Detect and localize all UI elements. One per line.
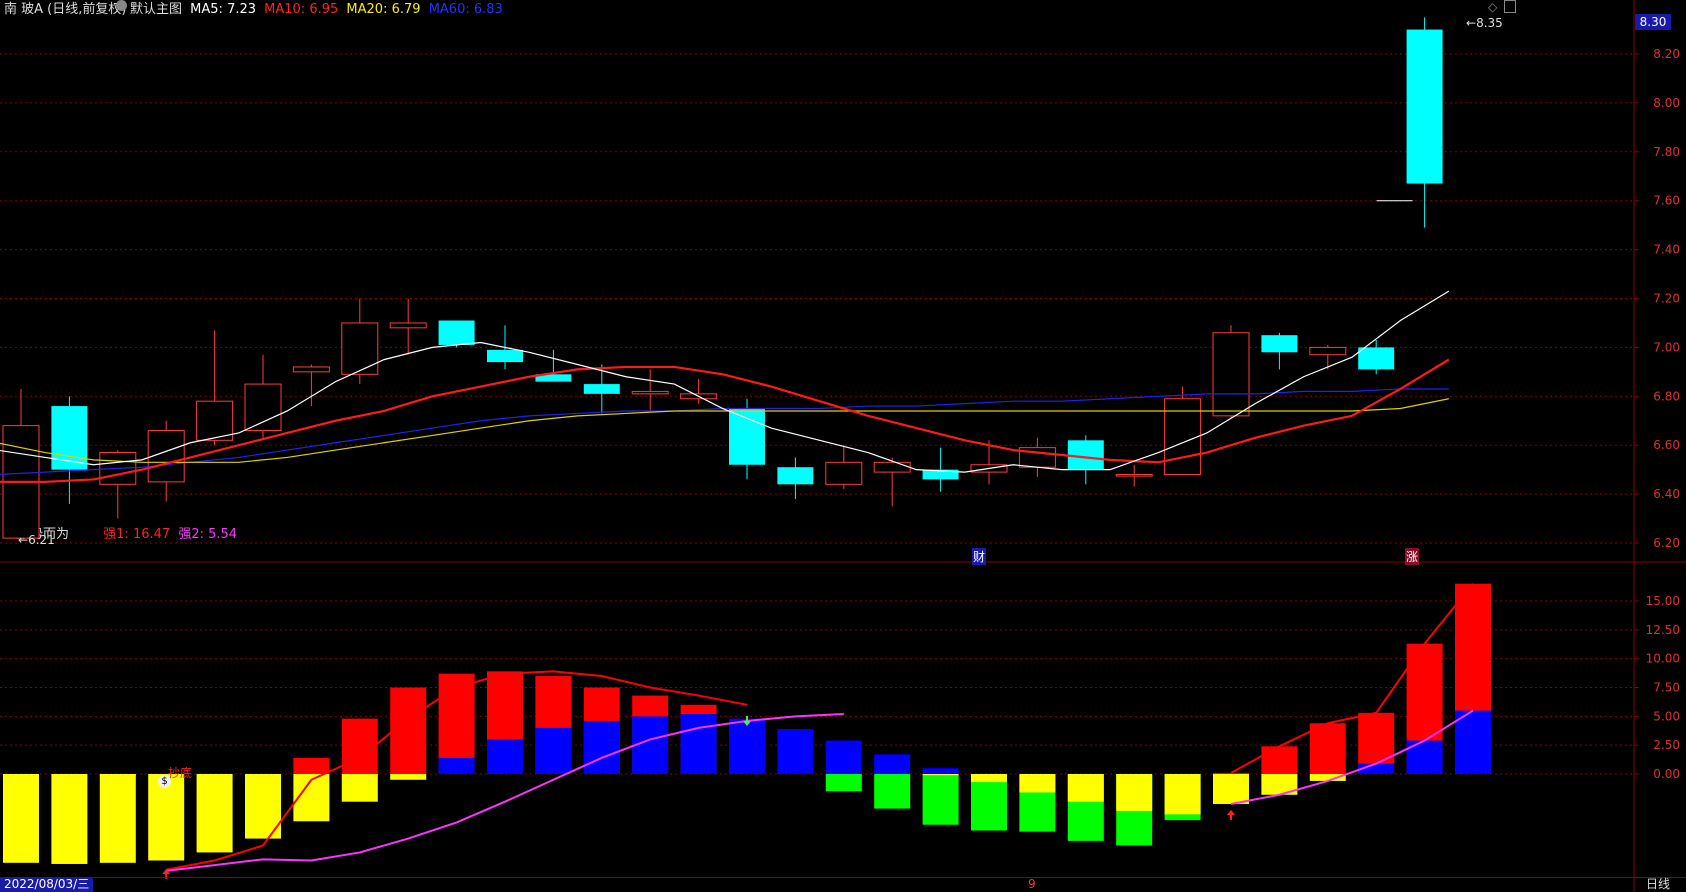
candle-body-up <box>825 461 863 485</box>
bar-green <box>922 774 959 825</box>
candle-body-up <box>873 461 911 473</box>
current-price-box: 8.30 <box>1635 14 1671 30</box>
bar-red <box>1309 723 1346 774</box>
date-label: 2022/08/03/三 <box>0 877 94 892</box>
bottom-text: 抄底 <box>168 766 193 780</box>
kline-window: { "main_header": { "stock_name": "南 玻A",… <box>0 0 1686 892</box>
candle-body-down <box>1358 347 1395 370</box>
low-price: 6.21 <box>28 533 55 547</box>
high-price: 8.35 <box>1476 16 1503 30</box>
price-tick-label: 7.60 <box>1653 194 1680 208</box>
bar-yellow <box>99 774 136 863</box>
candle-body-up <box>389 322 427 329</box>
bar-blue <box>583 720 620 774</box>
candle-body-up <box>1164 398 1202 476</box>
indicator-tick-label: 7.50 <box>1653 681 1680 695</box>
price-tick-label: 6.40 <box>1653 487 1680 501</box>
bar-green <box>874 774 911 809</box>
bar-yellow <box>1213 774 1249 804</box>
bar-blue <box>487 739 523 774</box>
candle-body-down <box>1261 335 1298 353</box>
bottom-bar <box>0 877 1686 892</box>
chart-canvas[interactable]: 8.20 8.00 7.80 7.60 7.40 7.20 7.00 6.80 6.60 6.40… <box>0 0 1686 892</box>
price-tick-label: 6.20 <box>1653 536 1680 550</box>
candle-body-down <box>1067 440 1104 470</box>
candle-body-up <box>1309 346 1347 356</box>
candle-body-down <box>487 349 523 363</box>
indicator-tick-label: 10.00 <box>1646 652 1680 666</box>
bar-red <box>1261 746 1298 774</box>
candle-body-down <box>51 406 88 470</box>
bar-red <box>390 687 427 774</box>
candle-body-up <box>244 383 282 432</box>
arrow-head <box>1227 810 1235 815</box>
bar-blue <box>535 727 572 774</box>
bar-blue <box>438 757 475 774</box>
bar-blue <box>922 768 959 774</box>
candle-body-up <box>1212 332 1250 417</box>
bar-red <box>341 718 378 774</box>
bar-blue <box>777 729 814 774</box>
bar-yellow <box>341 774 378 802</box>
price-tick-label: 6.60 <box>1653 438 1680 452</box>
money-bag-icon: $ <box>158 775 171 788</box>
price-tick-label: 8.00 <box>1653 96 1680 110</box>
candle-body-down <box>1406 29 1443 184</box>
bar-yellow <box>51 774 88 864</box>
bar-blue <box>1455 710 1491 774</box>
candle-body-up <box>631 390 669 395</box>
bar-yellow <box>1067 774 1104 802</box>
indicator-tick-label: 2.50 <box>1653 738 1680 752</box>
bar-blue <box>874 754 911 774</box>
bar-yellow <box>390 774 427 780</box>
left-arrow-icon: ← <box>18 533 29 547</box>
candle-body-up <box>1115 474 1153 477</box>
indicator-tick-label: 12.50 <box>1646 623 1680 637</box>
bar-blue <box>680 714 717 774</box>
left-arrow-icon: ← <box>1466 16 1477 30</box>
indicator-tick-label: 5.00 <box>1653 709 1680 723</box>
bar-red <box>1213 772 1249 774</box>
bar-green <box>971 774 1007 831</box>
mid-marker: 9 <box>1028 877 1036 891</box>
low-price-label: ←6.21 <box>18 533 55 547</box>
candle-body-down <box>777 467 814 485</box>
bar-green <box>825 774 862 792</box>
bar-yellow <box>922 774 959 776</box>
price-tick-label: 6.80 <box>1653 389 1680 403</box>
indicator-tick-label: 0.00 <box>1653 767 1680 781</box>
bar-yellow <box>1164 774 1201 815</box>
period-button[interactable]: 日线 <box>1646 877 1670 892</box>
bar-blue <box>825 740 862 774</box>
bar-yellow <box>1116 774 1153 811</box>
bar-yellow <box>1019 774 1056 793</box>
bar-yellow <box>196 774 233 853</box>
bar-blue <box>729 718 765 774</box>
candle-body-up <box>196 400 234 441</box>
rise-marker[interactable]: 涨 <box>1405 548 1420 565</box>
indicator-tick-label: 15.00 <box>1646 594 1680 608</box>
price-tick-label: 8.20 <box>1653 47 1680 61</box>
up-arrow-icon <box>1227 810 1235 820</box>
price-tick-label: 7.80 <box>1653 145 1680 159</box>
candle-body-up <box>292 366 330 373</box>
high-price-label: ←8.35 <box>1466 16 1503 30</box>
candle-body-up <box>341 322 379 375</box>
bar-yellow <box>3 774 39 863</box>
candle-body-down <box>729 408 765 465</box>
bar-yellow <box>971 774 1007 783</box>
bar-red <box>293 757 330 774</box>
finance-marker[interactable]: 财 <box>972 548 987 565</box>
price-tick-label: 7.40 <box>1653 243 1680 257</box>
price-tick-label: 7.00 <box>1653 340 1680 354</box>
price-tick-label: 7.20 <box>1653 292 1680 306</box>
candle-body-down <box>438 320 475 345</box>
candle-body-down <box>583 384 620 394</box>
